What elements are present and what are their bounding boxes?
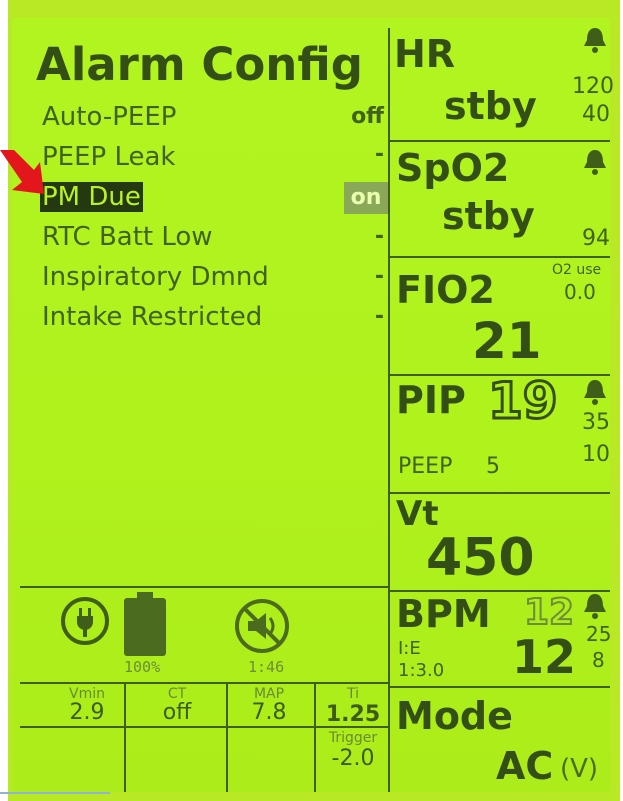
grid-vline-3 xyxy=(314,682,316,792)
peep-label: PEEP xyxy=(398,454,453,479)
grid-top-line xyxy=(20,682,388,684)
red-arrow-icon xyxy=(0,150,48,204)
mode-label: Mode xyxy=(396,694,513,738)
hr-value: stby xyxy=(444,84,537,128)
hr-low-limit: 40 xyxy=(582,102,610,127)
vt-value: 450 xyxy=(426,528,535,588)
grid-vline-2 xyxy=(226,682,228,792)
battery-icon xyxy=(124,592,166,656)
bell-icon xyxy=(582,26,608,58)
pip-low-limit: 10 xyxy=(582,442,610,467)
battery-percent: 100% xyxy=(124,658,161,676)
vmin-value: 2.9 xyxy=(69,700,105,725)
alarm-value-inspiratory-dmnd: - xyxy=(374,264,384,289)
o2-use-value: 0.0 xyxy=(564,280,596,304)
footer-line xyxy=(0,792,110,794)
bpm-divider xyxy=(388,686,610,688)
grid-vline-1 xyxy=(124,682,126,792)
alarm-item-inspiratory-dmnd[interactable]: Inspiratory Dmnd xyxy=(42,262,269,292)
mute-time: 1:46 xyxy=(248,658,285,676)
audio-mute-icon[interactable] xyxy=(234,598,290,654)
alarm-value-auto-peep: off xyxy=(351,104,384,129)
bell-icon xyxy=(582,592,608,624)
lcd-screen: Alarm Config Auto-PEEP off PEEP Leak - P… xyxy=(12,18,614,792)
peep-value: 5 xyxy=(486,454,500,479)
ie-value: 1:3.0 xyxy=(398,660,445,681)
ti-label: Ti xyxy=(346,686,359,702)
map-value: 7.8 xyxy=(251,700,287,725)
spo2-label: SpO2 xyxy=(396,146,510,190)
alarm-value-intake-restricted: - xyxy=(374,304,384,329)
alarm-item-rtc-batt-low[interactable]: RTC Batt Low xyxy=(42,222,213,252)
alarm-value-rtc-batt-low: - xyxy=(374,224,384,249)
alarm-config-title: Alarm Config xyxy=(36,38,363,91)
mode-value: AC xyxy=(496,744,554,788)
ti-value: 1.25 xyxy=(325,702,381,727)
fio2-label: FIO2 xyxy=(396,268,495,312)
spo2-low-limit: 94 xyxy=(582,226,610,251)
alarm-item-pm-due[interactable]: PM Due xyxy=(40,182,143,212)
pip-label: PIP xyxy=(396,378,466,422)
alarm-value-peep-leak: - xyxy=(374,142,384,167)
bpm-low-limit: 8 xyxy=(592,648,605,672)
plug-icon xyxy=(60,596,110,646)
hr-high-limit: 120 xyxy=(572,74,614,99)
pip-high-limit: 35 xyxy=(582,410,610,435)
status-divider xyxy=(20,586,388,588)
hr-label: HR xyxy=(394,32,456,76)
o2-use-label: O2 use xyxy=(552,262,602,278)
mode-suffix: (V) xyxy=(560,754,599,784)
alarm-item-auto-peep[interactable]: Auto-PEEP xyxy=(42,102,176,132)
hr-divider xyxy=(388,140,610,142)
pip-value: 19 xyxy=(487,371,560,432)
fio2-value: 21 xyxy=(472,312,542,370)
trigger-value: -2.0 xyxy=(331,746,375,771)
bell-icon xyxy=(582,148,608,180)
alarm-item-peep-leak[interactable]: PEEP Leak xyxy=(42,142,176,172)
ct-value: off xyxy=(162,700,192,725)
panel-divider xyxy=(388,28,390,792)
bpm-high-limit: 25 xyxy=(586,622,612,646)
bell-icon xyxy=(582,378,608,410)
spo2-divider xyxy=(388,256,610,258)
ie-label: I:E xyxy=(398,638,421,659)
alarm-item-intake-restricted[interactable]: Intake Restricted xyxy=(42,302,262,332)
bpm-value: 12 xyxy=(512,630,577,684)
trigger-label: Trigger xyxy=(328,730,378,746)
bpm-label: BPM xyxy=(396,592,491,636)
spo2-value: stby xyxy=(442,194,535,238)
alarm-value-pm-due[interactable]: on xyxy=(344,182,388,214)
bpm-set-value: 12 xyxy=(523,591,575,634)
